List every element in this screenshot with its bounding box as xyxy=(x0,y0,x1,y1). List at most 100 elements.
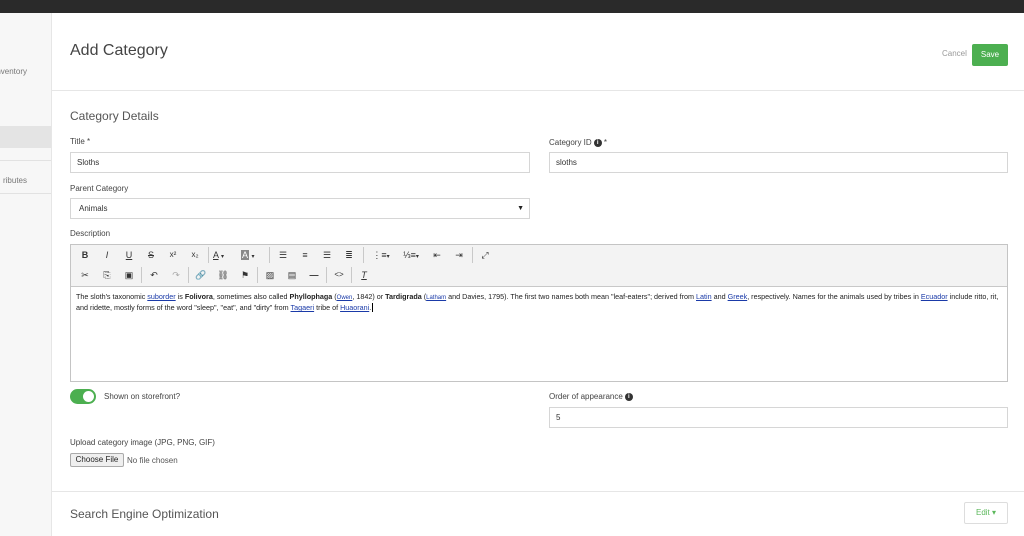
toolbar-separator xyxy=(257,267,258,283)
order-label-text: Order of appearance xyxy=(549,392,623,401)
align-center-icon[interactable]: ≡ xyxy=(297,246,313,264)
divider xyxy=(52,491,1024,492)
text-run: , sometimes also called xyxy=(212,292,290,301)
source-code-icon[interactable]: <> xyxy=(331,266,347,284)
underline-button[interactable]: U xyxy=(121,246,137,264)
copy-icon[interactable]: ⎘ xyxy=(99,266,115,284)
toolbar-separator xyxy=(363,247,364,263)
toolbar-separator xyxy=(269,247,270,263)
divider xyxy=(52,90,1024,91)
main-content: Add Category Cancel Save Category Detail… xyxy=(52,13,1024,536)
background-color-icon: A xyxy=(241,250,250,260)
top-bar xyxy=(0,0,1024,13)
required-mark: * xyxy=(603,138,608,147)
link-suborder[interactable]: suborder xyxy=(147,292,175,301)
redo-icon[interactable]: ↷ xyxy=(168,266,184,284)
parent-category-select[interactable]: Animals ▼ xyxy=(70,198,530,219)
editor-toolbar: B I U S x² x₂ A ▾ A ▾ ☰ ≡ ☰ ≣ ⋮≡▾ ⅓≡▾ ⇤ … xyxy=(71,245,1007,287)
sidebar-item-inventory[interactable]: Inventory xyxy=(0,67,51,76)
parent-category-value: Animals xyxy=(79,204,108,213)
text-run: . xyxy=(369,303,372,312)
maximize-icon[interactable]: ⤢ xyxy=(477,246,493,264)
parent-category-label: Parent Category xyxy=(70,184,129,193)
editor-content[interactable]: The sloth's taxonomic suborder is Folivo… xyxy=(71,287,1007,317)
description-editor[interactable]: B I U S x² x₂ A ▾ A ▾ ☰ ≡ ☰ ≣ ⋮≡▾ ⅓≡▾ ⇤ … xyxy=(70,244,1008,382)
link-latham[interactable]: Latham xyxy=(426,295,446,301)
bulleted-list-icon[interactable]: ⋮≡▾ xyxy=(369,246,393,264)
upload-label: Upload category image (JPG, PNG, GIF) xyxy=(70,438,215,447)
title-label: Title * xyxy=(70,137,91,146)
link-ecuador[interactable]: Ecuador xyxy=(921,292,948,301)
link-owen[interactable]: Owen xyxy=(337,295,353,301)
description-label: Description xyxy=(70,229,111,238)
cancel-button[interactable]: Cancel xyxy=(942,49,967,58)
media-icon[interactable]: ▤ xyxy=(284,266,300,284)
outdent-icon[interactable]: ⇤ xyxy=(429,246,445,264)
toolbar-separator xyxy=(351,267,352,283)
toggle-knob xyxy=(83,391,94,402)
toolbar-separator xyxy=(188,267,189,283)
category-id-label-text: Category ID xyxy=(549,138,592,147)
page-title: Add Category xyxy=(70,42,168,59)
sidebar: Inventory ributes xyxy=(0,13,52,536)
category-id-label: Category ID i * xyxy=(549,138,607,147)
text-run: The sloth's taxonomic xyxy=(76,292,148,301)
superscript-button[interactable]: x² xyxy=(165,246,181,264)
toolbar-separator xyxy=(326,267,327,283)
indent-icon[interactable]: ⇥ xyxy=(451,246,467,264)
paste-icon[interactable]: ▣ xyxy=(121,266,137,284)
sidebar-divider xyxy=(0,160,51,161)
toolbar-row-2: ✂ ⎘ ▣ ↶ ↷ 🔗 ⛓ ⚑ ▨ ▤ — <> T xyxy=(71,265,1007,285)
toolbar-separator xyxy=(141,267,142,283)
anchor-icon[interactable]: ⚑ xyxy=(237,266,253,284)
text-run: is xyxy=(175,292,185,301)
chevron-down-icon: ▼ xyxy=(517,205,524,212)
order-label: Order of appearance i xyxy=(549,392,633,401)
bold-button[interactable]: B xyxy=(77,246,93,264)
toolbar-row-1: B I U S x² x₂ A ▾ A ▾ ☰ ≡ ☰ ≣ ⋮≡▾ ⅓≡▾ ⇤ … xyxy=(71,245,1007,265)
seo-edit-button[interactable]: Edit ▾ xyxy=(964,502,1008,524)
sidebar-active-item[interactable] xyxy=(0,126,51,148)
link-icon[interactable]: 🔗 xyxy=(193,266,209,284)
link-greek[interactable]: Greek xyxy=(728,292,748,301)
image-icon[interactable]: ▨ xyxy=(262,266,278,284)
toolbar-separator xyxy=(208,247,209,263)
clear-format-icon[interactable]: T xyxy=(356,266,372,284)
title-input[interactable]: Sloths xyxy=(70,152,530,173)
text-cursor xyxy=(372,303,374,312)
save-button[interactable]: Save xyxy=(972,44,1008,66)
align-right-icon[interactable]: ☰ xyxy=(319,246,335,264)
text-run: and Davies, 1795). The first two names b… xyxy=(446,292,697,301)
unlink-icon[interactable]: ⛓ xyxy=(215,266,231,284)
link-latin[interactable]: Latin xyxy=(696,292,712,301)
info-icon: i xyxy=(593,138,602,147)
justify-icon[interactable]: ≣ xyxy=(341,246,357,264)
section-title-seo: Search Engine Optimization xyxy=(70,507,219,521)
align-left-icon[interactable]: ☰ xyxy=(275,246,291,264)
toolbar-separator xyxy=(472,247,473,263)
text-color-icon: A xyxy=(213,250,219,260)
text-run: and xyxy=(711,292,728,301)
text-run: tribe of xyxy=(314,303,341,312)
link-tagaeri[interactable]: Tagaeri xyxy=(291,303,315,312)
sidebar-divider xyxy=(0,193,51,194)
bold-term: Tardigrada xyxy=(385,292,422,301)
text-run: , respectively. Names for the animals us… xyxy=(747,292,921,301)
storefront-toggle[interactable] xyxy=(70,389,96,404)
italic-button[interactable]: I xyxy=(99,246,115,264)
numbered-list-icon[interactable]: ⅓≡▾ xyxy=(399,246,423,264)
category-id-input[interactable]: sloths xyxy=(549,152,1008,173)
text-color-button[interactable]: A ▾ xyxy=(213,246,237,264)
sidebar-item-attributes[interactable]: ributes xyxy=(0,176,51,185)
undo-icon[interactable]: ↶ xyxy=(146,266,162,284)
info-icon: i xyxy=(624,392,633,401)
choose-file-button[interactable]: Choose File xyxy=(70,453,124,467)
horizontal-rule-icon[interactable]: — xyxy=(306,266,322,284)
cut-icon[interactable]: ✂ xyxy=(77,266,93,284)
subscript-button[interactable]: x₂ xyxy=(187,246,203,264)
link-huaorani[interactable]: Huaorani xyxy=(340,303,369,312)
background-color-button[interactable]: A ▾ xyxy=(241,246,265,264)
strikethrough-button[interactable]: S xyxy=(143,246,159,264)
order-input[interactable]: 5 xyxy=(549,407,1008,428)
bold-term: Phyllophaga xyxy=(289,292,333,301)
